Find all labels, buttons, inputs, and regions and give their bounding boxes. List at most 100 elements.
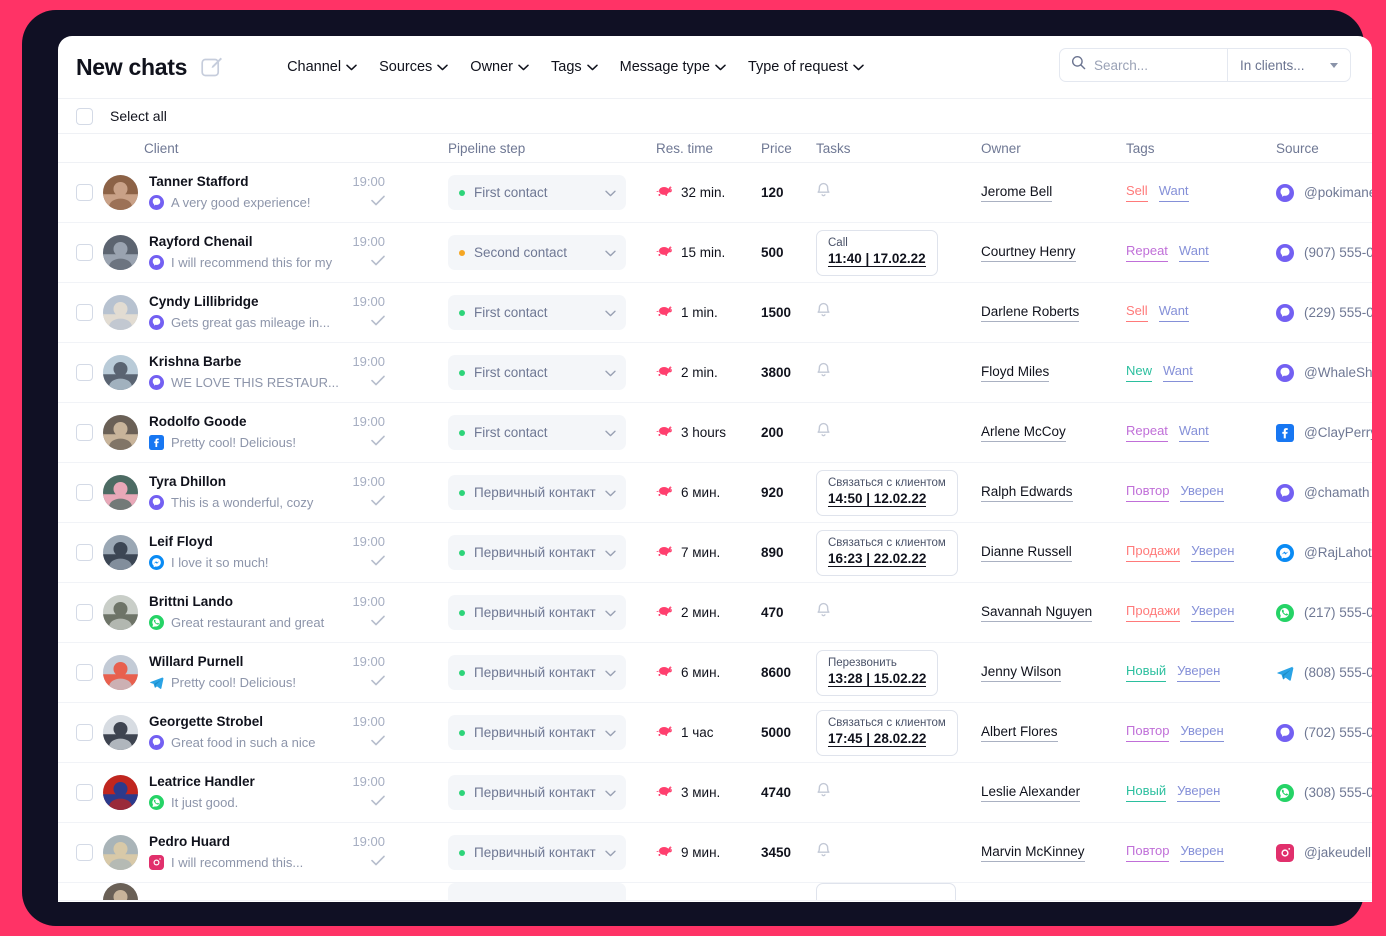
pipeline-step-select[interactable]: First contact [448,415,626,450]
table-row[interactable]: Cyndy Lillibridge 19:00 Gets great gas m… [58,283,1372,343]
source-value[interactable]: @RajLahoti [1304,545,1372,560]
owner-link[interactable]: Ralph Edwards [981,484,1073,502]
tag-chip[interactable]: Repeat [1126,243,1168,262]
source-value[interactable]: (308) 555-012 [1304,785,1372,800]
tag-chip[interactable]: Уверен [1177,663,1221,682]
tag-chip[interactable]: Уверен [1191,603,1235,622]
row-checkbox[interactable] [76,724,93,741]
pipeline-step-select[interactable]: First contact [448,295,626,330]
tag-chip[interactable]: Want [1158,303,1189,322]
filter-tags[interactable]: Tags [551,59,598,75]
tag-chip[interactable]: Продажи [1126,543,1181,562]
owner-link[interactable]: Darlene Roberts [981,304,1080,322]
row-checkbox[interactable] [76,364,93,381]
search-scope-select[interactable]: In clients... [1228,49,1350,81]
tag-chip[interactable]: Want [1163,363,1193,382]
tag-chip[interactable]: Want [1158,183,1189,202]
tag-chip[interactable]: Повтор [1126,843,1170,862]
pipeline-step-select[interactable]: Первичный контакт [448,715,626,750]
client-cell[interactable]: Pedro Huard 19:00 I will recommend this.… [103,834,448,871]
row-checkbox[interactable] [76,784,93,801]
bell-icon[interactable] [816,782,831,803]
bell-icon[interactable] [816,422,831,443]
client-cell[interactable]: Rayford Chenail 19:00 I will recommend t… [103,234,448,271]
task-card[interactable]: Связаться с клиентом 17:45 | 28.02.22 [816,709,958,756]
client-cell[interactable]: Brittni Lando 19:00 Great restaurant and… [103,594,448,631]
tag-chip[interactable]: Новый [1126,663,1167,682]
tag-chip[interactable]: Новый [1126,783,1167,802]
pipeline-step-select[interactable]: Первичный контакт [448,475,626,510]
row-checkbox[interactable] [76,424,93,441]
owner-link[interactable]: Jenny Wilson [981,664,1062,682]
filter-message-type[interactable]: Message type [620,59,726,75]
tag-chip[interactable]: Продажи [1126,603,1181,622]
task-card[interactable]: Перезвонить 13:28 | 15.02.22 [816,649,939,696]
client-cell[interactable]: Krishna Barbe 19:00 WE LOVE THIS RESTAUR… [103,354,448,391]
owner-link[interactable]: Arlene McCoy [981,424,1066,442]
row-checkbox[interactable] [76,184,93,201]
source-value[interactable]: @chamath [1304,485,1369,500]
table-row[interactable]: Willard Purnell 19:00 Pretty cool! Delic… [58,643,1372,703]
source-value[interactable]: (702) 555-012 [1304,725,1372,740]
table-row[interactable]: Rayford Chenail 19:00 I will recommend t… [58,223,1372,283]
client-cell[interactable]: Tanner Stafford 19:00 A very good experi… [103,174,448,211]
pipeline-step-select[interactable]: First contact [448,175,626,210]
client-cell[interactable]: Rodolfo Goode 19:00 Pretty cool! Delicio… [103,414,448,451]
client-cell[interactable]: Leatrice Handler 19:00 It just good. [103,774,448,811]
tag-chip[interactable]: New [1126,363,1153,382]
table-row[interactable]: Pedro Huard 19:00 I will recommend this.… [58,823,1372,883]
bell-icon[interactable] [816,182,831,203]
tag-chip[interactable]: Уверен [1180,483,1224,502]
table-row[interactable]: Krishna Barbe 19:00 WE LOVE THIS RESTAUR… [58,343,1372,403]
table-row[interactable]: Brittni Lando 19:00 Great restaurant and… [58,583,1372,643]
row-checkbox[interactable] [76,604,93,621]
bell-icon[interactable] [816,842,831,863]
source-value[interactable]: @jakeudell [1304,845,1371,860]
search-input[interactable]: Search... [1060,49,1227,81]
source-value[interactable]: (217) 555-0113 [1304,605,1372,620]
client-cell[interactable] [103,883,448,900]
tag-chip[interactable]: Повтор [1126,723,1170,742]
pipeline-step-select[interactable]: Первичный контакт [448,535,626,570]
bell-icon[interactable] [816,602,831,623]
owner-link[interactable]: Marvin McKinney [981,844,1085,862]
row-checkbox[interactable] [76,304,93,321]
owner-link[interactable]: Savannah Nguyen [981,604,1093,622]
bell-icon[interactable] [816,302,831,323]
tag-chip[interactable]: Уверен [1177,783,1221,802]
edit-square-icon[interactable] [201,56,223,78]
pipeline-step-select[interactable]: Second contact [448,235,626,270]
row-checkbox[interactable] [76,844,93,861]
table-row[interactable]: Tanner Stafford 19:00 A very good experi… [58,163,1372,223]
owner-link[interactable]: Leslie Alexander [981,784,1081,802]
task-card[interactable] [816,883,956,900]
tag-chip[interactable]: Sell [1126,303,1148,322]
owner-link[interactable]: Courtney Henry [981,244,1076,262]
pipeline-step-select[interactable] [448,883,626,900]
owner-link[interactable]: Jerome Bell [981,184,1053,202]
client-cell[interactable]: Georgette Strobel 19:00 Great food in su… [103,714,448,751]
pipeline-step-select[interactable]: Первичный контакт [448,655,626,690]
table-row[interactable] [58,883,1372,901]
owner-link[interactable]: Floyd Miles [981,364,1050,382]
tag-chip[interactable]: Sell [1126,183,1148,202]
select-all-checkbox[interactable] [76,107,93,125]
pipeline-step-select[interactable]: Первичный контакт [448,775,626,810]
client-cell[interactable]: Leif Floyd 19:00 I love it so much! [103,534,448,571]
source-value[interactable]: @pokimane [1304,185,1372,200]
filter-owner[interactable]: Owner [470,59,529,75]
client-cell[interactable]: Willard Purnell 19:00 Pretty cool! Delic… [103,654,448,691]
source-value[interactable]: @WhaleShark [1304,365,1372,380]
tag-chip[interactable]: Want [1178,243,1209,262]
pipeline-step-select[interactable]: Первичный контакт [448,595,626,630]
task-card[interactable]: Call 11:40 | 17.02.22 [816,229,938,276]
source-value[interactable]: (229) 555-0109 [1304,305,1372,320]
row-checkbox[interactable] [76,544,93,561]
owner-link[interactable]: Albert Flores [981,724,1058,742]
table-row[interactable]: Tyra Dhillon 19:00 This is a wonderful, … [58,463,1372,523]
task-card[interactable]: Связаться с клиентом 16:23 | 22.02.22 [816,529,958,576]
filter-channel[interactable]: Channel [287,59,357,75]
filter-sources[interactable]: Sources [379,59,449,75]
pipeline-step-select[interactable]: First contact [448,355,626,390]
table-row[interactable]: Rodolfo Goode 19:00 Pretty cool! Delicio… [58,403,1372,463]
